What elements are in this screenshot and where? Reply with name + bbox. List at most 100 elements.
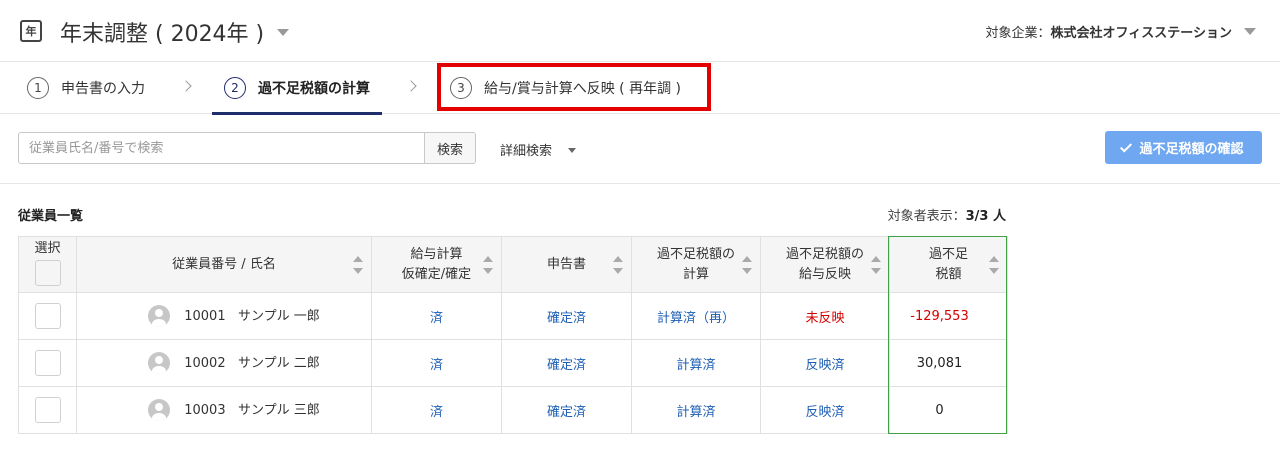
- declaration-cell: 確定済: [501, 339, 632, 387]
- confirm-tax-button[interactable]: 過不足税額の確認: [1105, 131, 1262, 164]
- reflect-cell: 反映済: [760, 339, 890, 387]
- declaration-cell: 確定済: [501, 386, 632, 434]
- reflect-status-link[interactable]: 未反映: [805, 311, 844, 326]
- column-label-line1: 過不足: [928, 247, 968, 262]
- payroll-cell: 済: [371, 386, 502, 434]
- employee-id: 10001: [184, 308, 226, 324]
- select-all-checkbox[interactable]: [34, 260, 61, 287]
- row-checkbox[interactable]: [34, 303, 61, 329]
- payroll-cell: 済: [371, 292, 502, 340]
- declaration-status-link[interactable]: 確定済: [547, 311, 586, 326]
- calculation-status-link[interactable]: 計算済: [676, 405, 715, 420]
- select-cell: [18, 386, 77, 434]
- row-checkbox[interactable]: [34, 397, 61, 423]
- company-name: 株式会社オフィスステーション: [1050, 26, 1232, 41]
- chevron-down-icon[interactable]: [568, 148, 576, 153]
- advanced-search-toggle[interactable]: 詳細検索: [500, 140, 552, 159]
- column-reflect[interactable]: 過不足税額の 給与反映: [760, 236, 890, 293]
- section-title: 従業員一覧: [18, 209, 84, 224]
- app-header: 年 年末調整 ( 2024年 ) 対象企業：株式会社オフィスステーション: [0, 0, 1280, 62]
- avatar-icon: [148, 399, 171, 422]
- table-header-row: 選択 従業員番号 / 氏名 給与計算 仮確定/確定 申告書 過不足税額の 計算: [18, 236, 1008, 293]
- employee-cell: 10003 サンプル 三郎: [76, 386, 372, 434]
- declaration-cell: 確定済: [501, 292, 632, 340]
- step-number: 2: [224, 77, 246, 99]
- chevron-right-icon: [180, 80, 192, 92]
- title-dropdown-icon[interactable]: [277, 29, 289, 36]
- employee-name[interactable]: サンプル 二郎: [238, 356, 320, 371]
- declaration-status-link[interactable]: 確定済: [547, 405, 586, 420]
- employee-name[interactable]: サンプル 一郎: [238, 309, 320, 324]
- calendar-icon: 年: [20, 20, 42, 42]
- count-label: 対象者表示：: [887, 209, 966, 224]
- row-checkbox[interactable]: [34, 350, 61, 376]
- column-amount[interactable]: 過不足 税額: [889, 236, 1008, 293]
- column-label-line2: 計算: [682, 266, 709, 282]
- sort-icon[interactable]: [989, 255, 999, 274]
- table-row: 10003 サンプル 三郎 済 確定済 計算済 反映済 0: [18, 386, 1008, 434]
- company-prefix: 対象企業：: [985, 26, 1051, 41]
- table-row: 10002 サンプル 二郎 済 確定済 計算済 反映済 30,081: [18, 339, 1008, 387]
- calculation-status-link[interactable]: 計算済（再）: [657, 311, 735, 326]
- sort-icon[interactable]: [871, 255, 881, 274]
- select-label: 選択: [34, 240, 61, 256]
- employee-cell: 10002 サンプル 二郎: [76, 339, 372, 387]
- page-title[interactable]: 年末調整 ( 2024年 ): [60, 16, 264, 48]
- reflect-cell: 反映済: [760, 386, 890, 434]
- step-calculation[interactable]: 2 過不足税額の計算: [212, 62, 382, 115]
- column-label-line2: 税額: [935, 266, 962, 282]
- step-label: 申告書の入力: [61, 81, 145, 97]
- reflect-status-link[interactable]: 反映済: [805, 358, 844, 373]
- amount-cell: -129,553: [889, 292, 1008, 340]
- amount-cell: 0: [889, 386, 1008, 434]
- calculation-status-link[interactable]: 計算済: [676, 358, 715, 373]
- reflect-cell: 未反映: [760, 292, 890, 340]
- divider: [0, 183, 1280, 184]
- column-label: 申告書: [546, 256, 586, 272]
- sort-icon[interactable]: [483, 255, 493, 274]
- check-icon: [1120, 139, 1133, 153]
- employee-name[interactable]: サンプル 三郎: [238, 403, 320, 418]
- payroll-status-link[interactable]: 済: [430, 311, 443, 326]
- payroll-status-link[interactable]: 済: [430, 405, 443, 420]
- column-select: 選択: [18, 236, 77, 293]
- chevron-right-icon: [405, 80, 417, 92]
- table-row: 10001 サンプル 一郎 済 確定済 計算済（再） 未反映 -129,553: [18, 292, 1008, 340]
- column-label-line2: 給与反映: [798, 266, 851, 282]
- employee-table: 選択 従業員番号 / 氏名 給与計算 仮確定/確定 申告書 過不足税額の 計算: [18, 236, 1008, 434]
- column-label: 従業員番号 / 氏名: [172, 256, 276, 272]
- calculation-cell: 計算済（再）: [631, 292, 761, 340]
- company-selector[interactable]: 対象企業：株式会社オフィスステーション: [986, 22, 1233, 41]
- payroll-cell: 済: [371, 339, 502, 387]
- search-input[interactable]: [18, 132, 425, 164]
- step-number: 1: [27, 77, 49, 99]
- column-label-line1: 過不足税額の: [785, 247, 864, 262]
- select-cell: [18, 339, 77, 387]
- calculation-cell: 計算済: [631, 386, 761, 434]
- step-input[interactable]: 1 申告書の入力: [27, 62, 145, 114]
- reflect-status-link[interactable]: 反映済: [805, 405, 844, 420]
- sort-icon[interactable]: [613, 255, 623, 274]
- highlight-frame: [437, 63, 711, 111]
- search-button[interactable]: 検索: [424, 132, 476, 164]
- column-label-line2: 仮確定/確定: [401, 266, 472, 282]
- avatar-icon: [148, 352, 171, 375]
- column-payroll[interactable]: 給与計算 仮確定/確定: [371, 236, 502, 293]
- declaration-status-link[interactable]: 確定済: [547, 358, 586, 373]
- payroll-status-link[interactable]: 済: [430, 358, 443, 373]
- column-calculation[interactable]: 過不足税額の 計算: [631, 236, 761, 293]
- column-label-line1: 過不足税額の: [656, 247, 735, 262]
- count-display: 対象者表示：3/3 人: [888, 205, 1006, 224]
- calculation-cell: 計算済: [631, 339, 761, 387]
- amount-cell: 30,081: [889, 339, 1008, 387]
- employee-cell: 10001 サンプル 一郎: [76, 292, 372, 340]
- employee-id: 10002: [184, 355, 226, 371]
- column-employee[interactable]: 従業員番号 / 氏名: [76, 236, 372, 293]
- sort-icon[interactable]: [742, 255, 752, 274]
- column-declaration[interactable]: 申告書: [501, 236, 632, 293]
- sort-icon[interactable]: [353, 255, 363, 274]
- step-label: 過不足税額の計算: [258, 81, 370, 97]
- employee-id: 10003: [184, 402, 226, 418]
- company-dropdown-icon[interactable]: [1244, 28, 1256, 35]
- avatar-icon: [148, 305, 171, 328]
